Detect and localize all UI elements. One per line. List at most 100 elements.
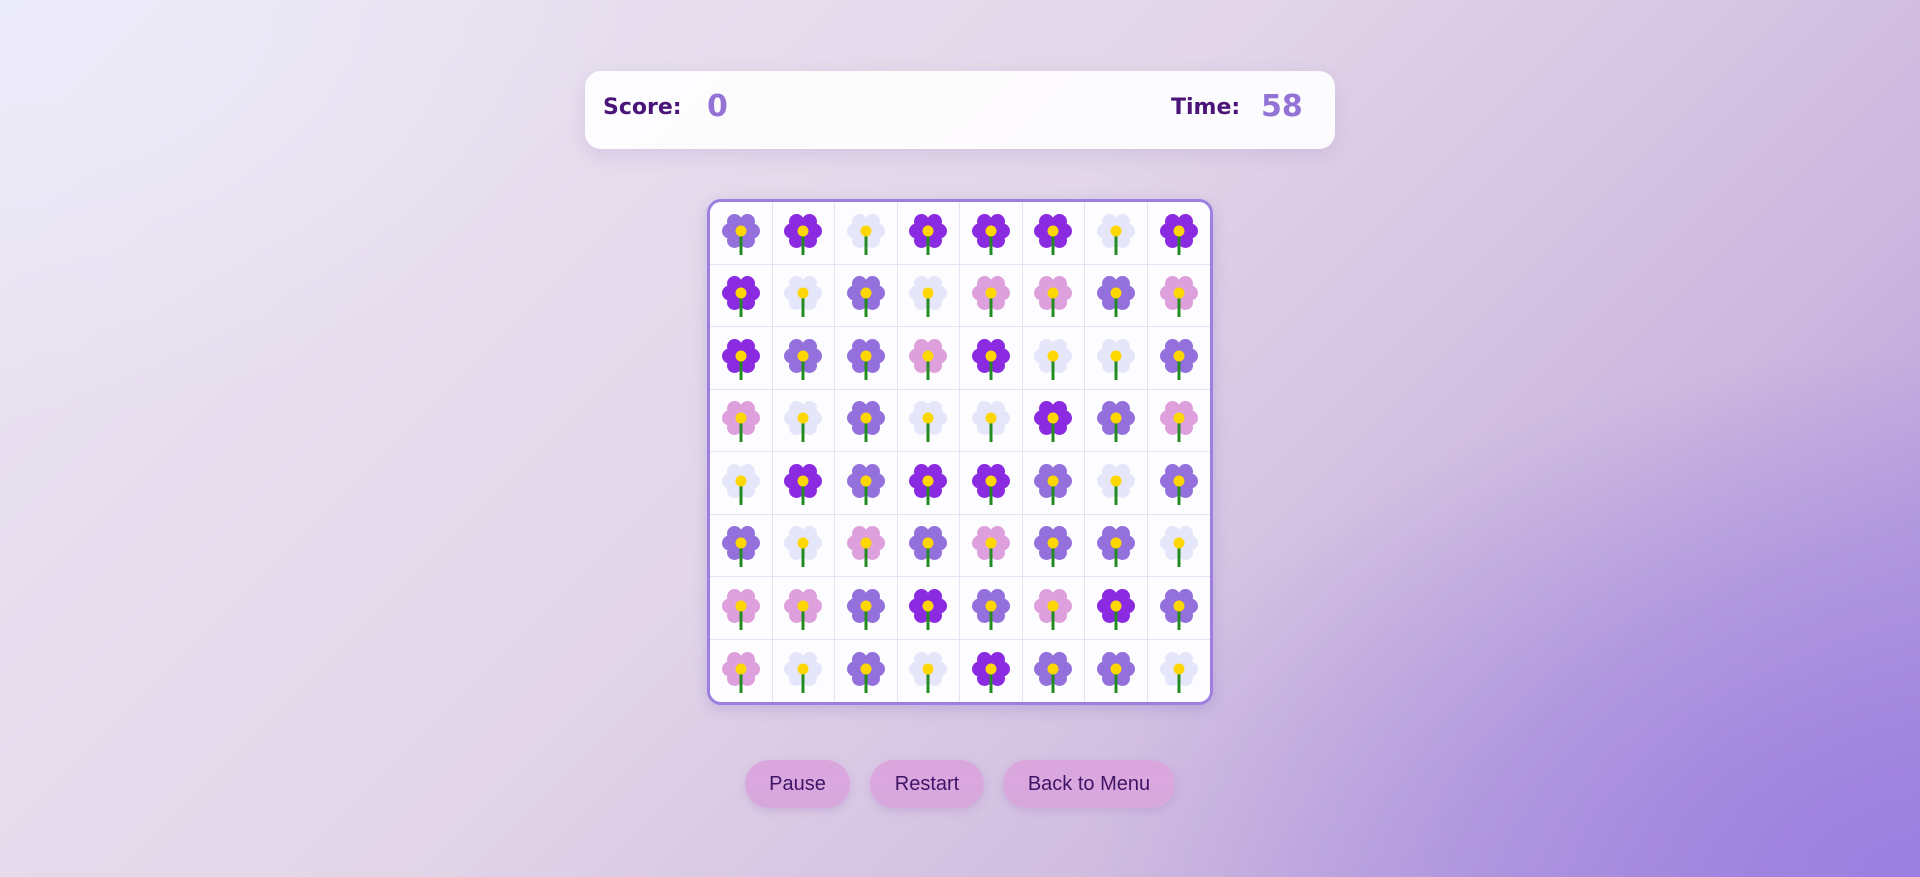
flower-tile[interactable] [1147, 577, 1210, 640]
violet-flower-icon [784, 463, 823, 505]
flower-tile[interactable] [710, 452, 773, 515]
lavender-flower-icon [909, 526, 948, 568]
game-board [707, 199, 1213, 705]
flower-tile[interactable] [1147, 327, 1210, 390]
lavender-flower-icon [784, 338, 823, 380]
flower-tile[interactable] [897, 202, 960, 265]
flower-tile[interactable] [960, 452, 1023, 515]
violet-flower-icon [1034, 401, 1073, 443]
white-flower-icon [721, 463, 760, 505]
restart-button[interactable]: Restart [870, 760, 984, 808]
flower-tile[interactable] [1147, 452, 1210, 515]
flower-tile[interactable] [835, 452, 898, 515]
flower-tile[interactable] [960, 264, 1023, 327]
flower-tile[interactable] [1085, 514, 1148, 577]
flower-tile[interactable] [772, 452, 835, 515]
violet-flower-icon [971, 463, 1010, 505]
pink-flower-icon [1034, 276, 1073, 318]
white-flower-icon [1034, 338, 1073, 380]
flower-tile[interactable] [960, 389, 1023, 452]
flower-tile[interactable] [1147, 264, 1210, 327]
flower-tile[interactable] [1022, 577, 1085, 640]
flower-tile[interactable] [1085, 389, 1148, 452]
pink-flower-icon [1159, 401, 1198, 443]
flower-tile[interactable] [710, 202, 773, 265]
flower-tile[interactable] [772, 264, 835, 327]
time-label: Time: [1171, 95, 1241, 120]
flower-tile[interactable] [960, 202, 1023, 265]
lavender-flower-icon [1034, 463, 1073, 505]
flower-tile[interactable] [1085, 452, 1148, 515]
flower-tile[interactable] [772, 327, 835, 390]
pink-flower-icon [971, 526, 1010, 568]
flower-tile[interactable] [960, 327, 1023, 390]
lavender-flower-icon [971, 588, 1010, 630]
flower-tile[interactable] [897, 264, 960, 327]
flower-tile[interactable] [1147, 639, 1210, 702]
flower-tile[interactable] [1085, 577, 1148, 640]
flower-tile[interactable] [897, 639, 960, 702]
pink-flower-icon [721, 401, 760, 443]
flower-tile[interactable] [1022, 327, 1085, 390]
flower-tile[interactable] [897, 327, 960, 390]
flower-tile[interactable] [835, 389, 898, 452]
flower-tile[interactable] [772, 202, 835, 265]
white-flower-icon [909, 401, 948, 443]
flower-tile[interactable] [897, 577, 960, 640]
flower-tile[interactable] [1147, 202, 1210, 265]
flower-tile[interactable] [835, 202, 898, 265]
white-flower-icon [971, 401, 1010, 443]
flower-tile[interactable] [897, 452, 960, 515]
flower-tile[interactable] [772, 577, 835, 640]
violet-flower-icon [971, 213, 1010, 255]
flower-tile[interactable] [1085, 327, 1148, 390]
flower-tile[interactable] [835, 514, 898, 577]
flower-tile[interactable] [897, 389, 960, 452]
flower-tile[interactable] [960, 639, 1023, 702]
flower-tile[interactable] [772, 514, 835, 577]
flower-tile[interactable] [1022, 639, 1085, 702]
flower-tile[interactable] [897, 514, 960, 577]
violet-flower-icon [909, 463, 948, 505]
pink-flower-icon [721, 651, 760, 693]
flower-tile[interactable] [835, 639, 898, 702]
lavender-flower-icon [1159, 588, 1198, 630]
flower-tile[interactable] [1085, 202, 1148, 265]
flower-tile[interactable] [710, 389, 773, 452]
flower-tile[interactable] [960, 514, 1023, 577]
flower-tile[interactable] [960, 577, 1023, 640]
flower-tile[interactable] [710, 639, 773, 702]
flower-tile[interactable] [835, 577, 898, 640]
pause-button[interactable]: Pause [745, 760, 850, 808]
white-flower-icon [1096, 213, 1135, 255]
lavender-flower-icon [1159, 463, 1198, 505]
flower-tile[interactable] [1022, 264, 1085, 327]
back-to-menu-button[interactable]: Back to Menu [1003, 760, 1175, 808]
pink-flower-icon [721, 588, 760, 630]
pink-flower-icon [846, 526, 885, 568]
pink-flower-icon [784, 588, 823, 630]
flower-tile[interactable] [1022, 389, 1085, 452]
flower-tile[interactable] [772, 639, 835, 702]
lavender-flower-icon [1096, 526, 1135, 568]
flower-tile[interactable] [710, 514, 773, 577]
lavender-flower-icon [1096, 276, 1135, 318]
flower-tile[interactable] [835, 264, 898, 327]
flower-tile[interactable] [772, 389, 835, 452]
flower-tile[interactable] [710, 577, 773, 640]
flower-tile[interactable] [1022, 202, 1085, 265]
flower-tile[interactable] [710, 264, 773, 327]
lavender-flower-icon [721, 526, 760, 568]
flower-tile[interactable] [835, 327, 898, 390]
white-flower-icon [909, 276, 948, 318]
flower-tile[interactable] [1085, 639, 1148, 702]
flower-tile[interactable] [1022, 514, 1085, 577]
lavender-flower-icon [846, 401, 885, 443]
flower-tile[interactable] [1147, 514, 1210, 577]
flower-tile[interactable] [1085, 264, 1148, 327]
flower-tile[interactable] [1022, 452, 1085, 515]
lavender-flower-icon [1159, 338, 1198, 380]
lavender-flower-icon [721, 213, 760, 255]
flower-tile[interactable] [1147, 389, 1210, 452]
flower-tile[interactable] [710, 327, 773, 390]
